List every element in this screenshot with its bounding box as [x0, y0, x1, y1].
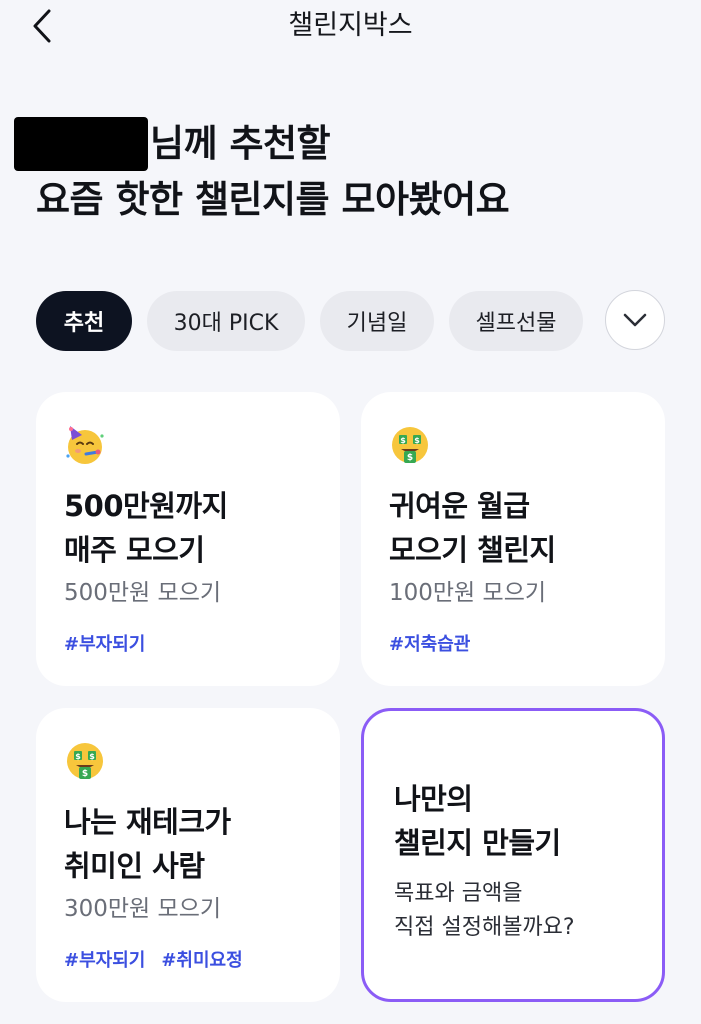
top-bar: 챌린지박스: [0, 0, 701, 56]
card-tags: #저축습관: [389, 630, 637, 656]
chip-30s-pick[interactable]: 30대 PICK: [147, 291, 305, 351]
card-subtitle: 100만원 모으기: [389, 580, 547, 606]
challenge-card[interactable]: $ $ $ 나는 재테크가 취미인 사람 300만원 모으기 #부자되기 #취미…: [36, 708, 340, 1002]
svg-text:$: $: [75, 752, 81, 761]
card-title: 나만의 챌린지 만들기: [394, 777, 634, 865]
card-subtitle: 300만원 모으기: [64, 896, 222, 922]
card-title: 귀여운 월급 모으기 챌린지: [389, 484, 637, 572]
partying-face-icon: [66, 426, 104, 464]
chip-anniversary[interactable]: 기념일: [320, 291, 434, 351]
svg-text:$: $: [414, 436, 420, 445]
card-title-line-2: 취미인 사람: [64, 849, 205, 883]
create-custom-challenge-card[interactable]: 나만의 챌린지 만들기 목표와 금액을 직접 설정해볼까요?: [361, 708, 665, 1002]
expand-categories-button[interactable]: [605, 290, 665, 350]
card-subtitle: 500만원 모으기: [64, 580, 222, 606]
svg-text:$: $: [89, 752, 95, 761]
card-title-line-1: 귀여운 월급: [389, 489, 530, 523]
chip-self-gift[interactable]: 셀프선물: [449, 291, 583, 351]
card-tags: #부자되기: [64, 630, 312, 656]
card-title: 500만원까지 매주 모으기: [64, 484, 312, 572]
card-description-line-2: 직접 설정해볼까요?: [394, 915, 575, 940]
category-chips: 추천 30대 PICK 기념일 셀프선물: [36, 290, 583, 352]
card-tags: #부자되기 #취미요정: [64, 946, 312, 972]
card-title-line-1: 나만의: [394, 782, 473, 816]
chevron-down-icon: [623, 313, 647, 327]
redacted-user-name: [14, 117, 148, 171]
card-description-line-1: 목표와 금액을: [394, 881, 523, 906]
money-mouth-face-icon: $ $ $: [67, 743, 103, 779]
svg-text:$: $: [407, 453, 413, 463]
money-mouth-face-icon: $ $ $: [392, 427, 428, 463]
headline-line-2: 요즘 핫한 챌린지를 모아봤어요: [36, 178, 510, 221]
card-title: 나는 재테크가 취미인 사람: [64, 800, 312, 888]
page-title: 챌린지박스: [288, 10, 413, 41]
tag[interactable]: #부자되기: [64, 630, 145, 656]
card-title-line-1: 나는 재테크가: [64, 805, 231, 839]
chip-recommended[interactable]: 추천: [36, 291, 132, 351]
tag[interactable]: #저축습관: [389, 630, 470, 656]
headline-line-1: 님께 추천할: [14, 116, 509, 172]
card-title-line-2: 모으기 챌린지: [389, 533, 556, 567]
challenge-card[interactable]: $ $ $ 귀여운 월급 모으기 챌린지 100만원 모으기 #저축습관: [361, 392, 665, 686]
tag[interactable]: #부자되기: [64, 946, 145, 972]
challenge-card[interactable]: 500만원까지 매주 모으기 500만원 모으기 #부자되기: [36, 392, 340, 686]
card-title-line-2: 매주 모으기: [64, 533, 205, 567]
headline: 님께 추천할 요즘 핫한 챌린지를 모아봤어요: [14, 116, 510, 228]
tag[interactable]: #취미요정: [161, 946, 242, 972]
card-title-line-1: 500만원까지: [64, 489, 228, 523]
headline-suffix: 님께 추천할: [150, 122, 331, 165]
svg-text:$: $: [82, 769, 88, 779]
card-title-line-2: 챌린지 만들기: [394, 826, 561, 860]
card-description: 목표와 금액을 직접 설정해볼까요?: [394, 877, 634, 945]
svg-text:$: $: [400, 436, 406, 445]
